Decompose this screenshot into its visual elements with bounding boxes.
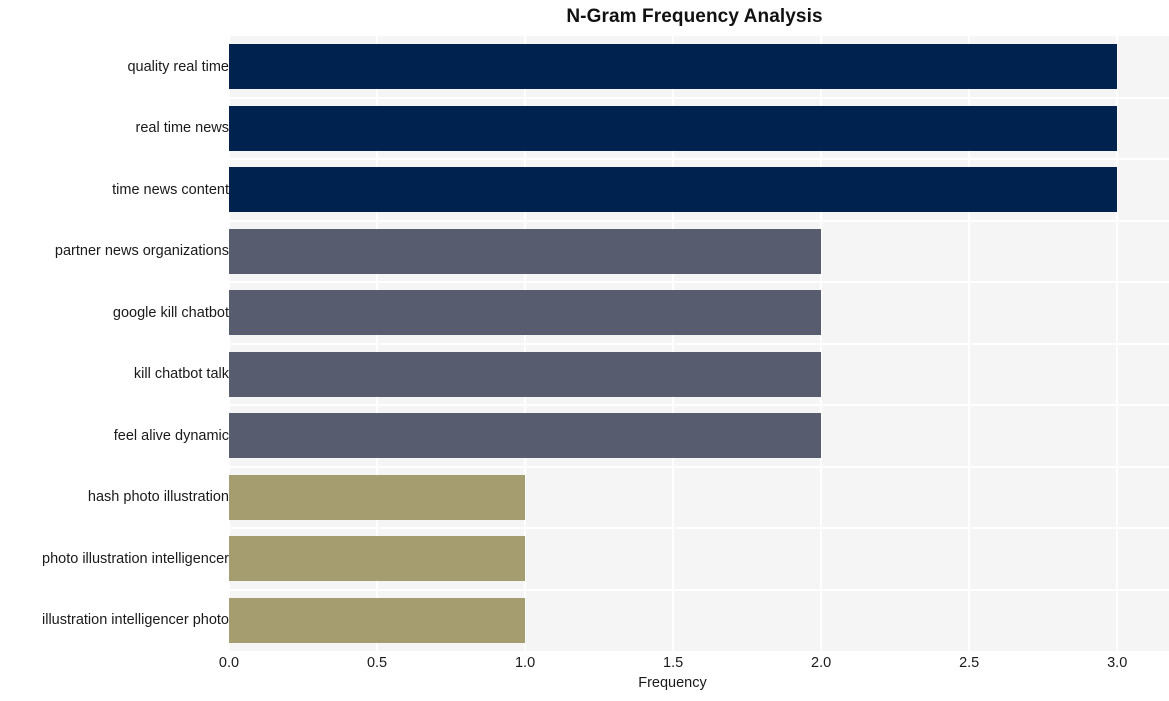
horizontal-gridline xyxy=(229,588,1169,591)
horizontal-gridline xyxy=(229,342,1169,345)
bar[interactable] xyxy=(229,536,526,582)
bar[interactable] xyxy=(229,228,822,274)
x-axis-tick-label: 0.0 xyxy=(218,655,240,671)
y-axis-tick-label: partner news organizations xyxy=(54,243,229,260)
bar[interactable] xyxy=(229,474,526,520)
y-axis-tick-labels: quality real time real time news time news… xyxy=(0,36,229,651)
x-axis-tick-label: 1.0 xyxy=(514,655,536,671)
x-axis-tick-label: 1.5 xyxy=(663,655,684,671)
bar[interactable] xyxy=(229,290,822,336)
bar[interactable] xyxy=(229,44,1118,90)
y-axis-tick-label: kill chatbot talk xyxy=(133,366,229,383)
y-axis-tick-label: real time news xyxy=(135,120,229,137)
bar[interactable] xyxy=(229,413,822,459)
horizontal-gridline xyxy=(229,281,1169,283)
ngram-frequency-bar-chart: N-Gram Frequency Analysis quality real t… xyxy=(0,0,1169,701)
plot-area xyxy=(229,36,1169,651)
horizontal-gridline xyxy=(229,96,1169,99)
horizontal-gridline xyxy=(229,527,1169,529)
x-axis-tick-labels: 0.0 0.5 1.0 1.5 2.0 2.5 3.0 xyxy=(219,653,1169,675)
y-axis-tick-label: google kill chatbot xyxy=(112,304,229,321)
bar[interactable] xyxy=(229,597,526,643)
bar[interactable] xyxy=(229,351,822,397)
horizontal-gridline xyxy=(229,404,1169,406)
bar[interactable] xyxy=(229,167,1118,213)
y-axis-tick-label: photo illustration intelligencer xyxy=(42,550,229,567)
horizontal-gridline xyxy=(229,158,1169,160)
y-axis-tick-label: feel alive dynamic xyxy=(113,427,229,444)
horizontal-gridline xyxy=(229,219,1169,222)
x-axis-title: Frequency xyxy=(638,675,707,691)
y-axis-tick-label: hash photo illustration xyxy=(87,489,229,506)
y-axis-tick-label: time news content xyxy=(112,181,229,198)
x-axis-tick-label: 3.0 xyxy=(1107,655,1128,671)
y-axis-tick-label: illustration intelligencer photo xyxy=(42,612,229,629)
x-axis-tick-label: 2.0 xyxy=(811,655,832,671)
chart-title: N-Gram Frequency Analysis xyxy=(566,6,823,27)
y-axis-tick-label: quality real time xyxy=(127,58,229,75)
x-axis-tick-label: 0.5 xyxy=(366,655,388,671)
bar[interactable] xyxy=(229,105,1118,151)
horizontal-gridline xyxy=(229,465,1169,468)
x-axis-tick-label: 2.5 xyxy=(959,655,980,671)
